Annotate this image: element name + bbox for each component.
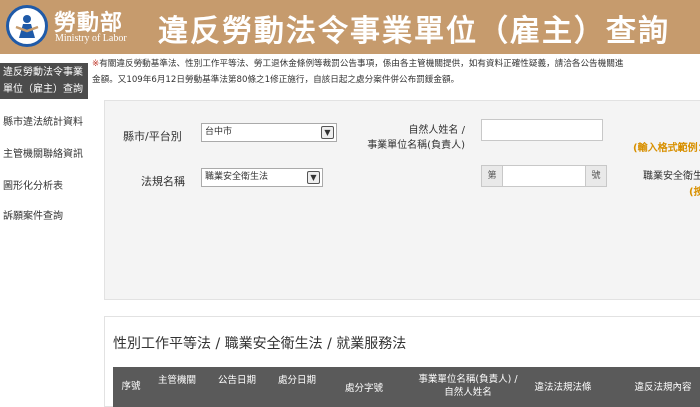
column-header: 處分日期	[277, 375, 316, 386]
header-bar: 勞動部 Ministry of Labor 違反勞動法令事業單位（雇主）查詢系統	[0, 0, 700, 93]
column-header: 事業單位名稱(負責人) / 自然人姓名	[418, 374, 518, 398]
law-hint-label: 職業安全衛生	[643, 171, 700, 182]
city-select-value: 台中市	[205, 127, 233, 137]
column-header: 違反法規內容	[634, 382, 692, 393]
notice-line-1: 有關違反勞動基準法、性別工作平等法、勞工退休金條例等裁罰公告事項，係由各主管機關…	[99, 59, 624, 69]
name-label-line-1: 自然人姓名 /	[408, 125, 465, 136]
sidebar-item-violation-query[interactable]: 違反勞動法令事業 單位（雇主）查詢	[0, 63, 88, 99]
doc-suffix: 號	[585, 165, 607, 187]
law-label: 法規名稱	[141, 175, 185, 188]
chevron-down-icon: ▼	[307, 171, 320, 184]
doc-number-input[interactable]	[502, 165, 586, 187]
logo-english-text: Ministry of Labor	[55, 33, 127, 44]
column-header: 主管機關	[157, 375, 196, 386]
sidebar-item-graph-analysis[interactable]: 圖形化分析表	[0, 178, 88, 195]
format-hint: (輸入格式範例：	[633, 143, 700, 154]
example-hint: (按	[689, 187, 700, 198]
doc-prefix: 第	[481, 165, 503, 187]
column-header: 違法法規法條	[534, 382, 592, 393]
sidebar-item-label: 單位（雇主）查詢	[3, 84, 83, 95]
column-header: 序號	[121, 381, 141, 392]
name-label-line-2: 事業單位名稱(負責人)	[367, 140, 465, 151]
results-panel: 性別工作平等法 / 職業安全衛生法 / 就業服務法 序號 主管機關 公告日期 處…	[104, 316, 700, 407]
sidebar-item-city-stats[interactable]: 縣市違法統計資料	[0, 114, 88, 131]
notice-text: ※有關違反勞動基準法、性別工作平等法、勞工退休金條例等裁罰公告事項，係由各主管機…	[88, 54, 700, 90]
chevron-down-icon: ▼	[321, 126, 334, 139]
ministry-logo-icon[interactable]	[6, 5, 48, 47]
name-input[interactable]	[481, 119, 603, 141]
results-table-header: 序號 主管機關 公告日期 處分日期 處分字號 事業單位名稱(負責人) / 自然人…	[113, 367, 700, 407]
results-title: 性別工作平等法 / 職業安全衛生法 / 就業服務法	[113, 336, 407, 352]
sidebar-item-authority-contacts[interactable]: 主管機關聯絡資訊	[0, 146, 88, 163]
law-select-value: 職業安全衛生法	[205, 172, 269, 182]
law-select[interactable]: 職業安全衛生法 ▼	[201, 168, 323, 187]
city-label: 縣市/平台別	[123, 130, 182, 143]
column-header: 處分字號	[344, 383, 383, 394]
sidebar: 違反勞動法令事業 單位（雇主）查詢 縣市違法統計資料 主管機關聯絡資訊 圖形化分…	[0, 54, 88, 407]
column-header: 公告日期	[217, 375, 256, 386]
notice-line-2: 金額。又109年6月12日勞動基準法第80條之1修正施行，自該日起之處分案件併公…	[92, 75, 460, 85]
search-panel: 縣市/平台別 台中市 ▼ 自然人姓名 / 事業單位名稱(負責人) (輸入格式範例…	[104, 100, 700, 300]
sidebar-item-appeal-query[interactable]: 訴願案件查詢	[0, 208, 88, 225]
city-select[interactable]: 台中市 ▼	[201, 123, 337, 142]
sidebar-item-label: 違反勞動法令事業	[3, 67, 83, 78]
